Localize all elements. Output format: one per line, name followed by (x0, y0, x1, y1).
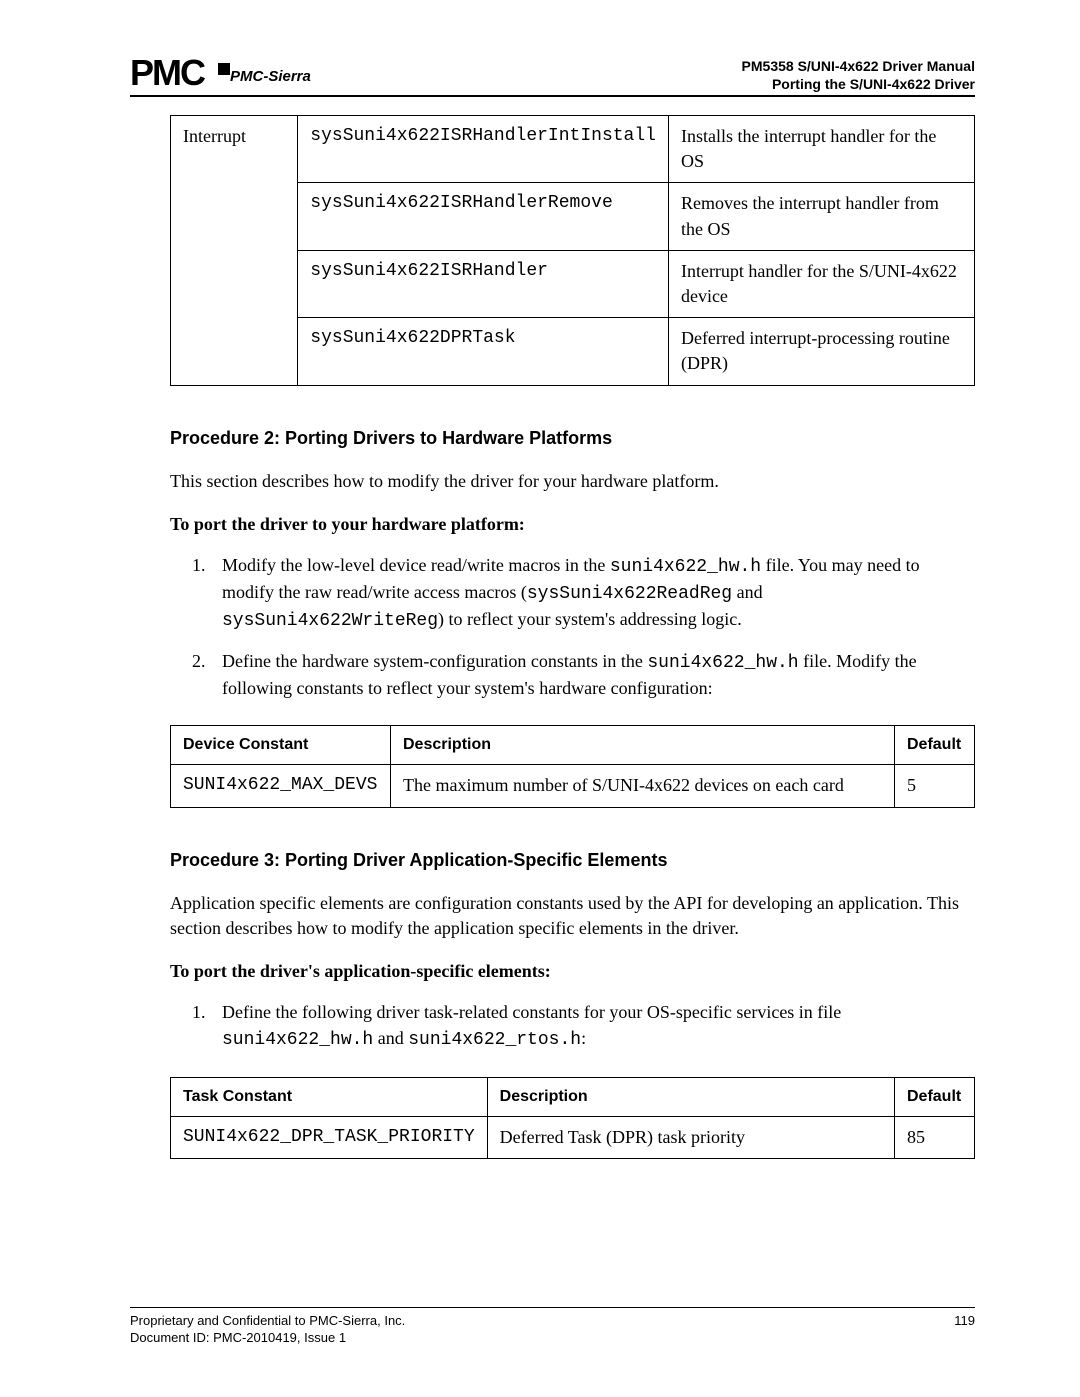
task-constants-table: Task Constant Description Default SUNI4x… (170, 1077, 975, 1160)
fn-name: sysSuni4x622ISRHandlerIntInstall (298, 116, 669, 183)
proprietary-text: Proprietary and Confidential to PMC-Sier… (130, 1312, 405, 1330)
pmc-logo-icon: PMC (130, 55, 230, 93)
header-right: PM5358 S/UNI-4x622 Driver Manual Porting… (742, 57, 975, 93)
procedure-3-heading: Procedure 3: Porting Driver Application-… (170, 848, 975, 873)
proc3-subheading: To port the driver's application-specifi… (170, 959, 975, 984)
th-task-constant: Task Constant (171, 1077, 488, 1116)
fn-name: sysSuni4x622ISRHandler (298, 250, 669, 317)
footer-left: Proprietary and Confidential to PMC-Sier… (130, 1312, 405, 1347)
const-default: 5 (895, 765, 975, 807)
header-left: PMC PMC-Sierra (130, 55, 311, 93)
proc3-intro: Application specific elements are config… (170, 891, 975, 941)
page-header: PMC PMC-Sierra PM5358 S/UNI-4x622 Driver… (130, 55, 975, 97)
company-name: PMC-Sierra (230, 66, 311, 87)
fn-name: sysSuni4x622DPRTask (298, 318, 669, 385)
const-name: SUNI4x622_MAX_DEVS (171, 765, 391, 807)
const-desc: The maximum number of S/UNI-4x622 device… (391, 765, 895, 807)
proc3-step1: Define the following driver task-related… (210, 1000, 975, 1052)
section-title: Porting the S/UNI-4x622 Driver (742, 75, 975, 93)
fn-desc: Deferred interrupt-processing routine (D… (668, 318, 974, 385)
category-cell: Interrupt (171, 116, 298, 386)
th-description: Description (391, 726, 895, 765)
const-desc: Deferred Task (DPR) task priority (487, 1117, 894, 1159)
proc2-step1: Modify the low-level device read/write m… (210, 553, 975, 635)
pmc-logo: PMC (130, 55, 230, 93)
fn-desc: Interrupt handler for the S/UNI-4x622 de… (668, 250, 974, 317)
const-default: 85 (895, 1117, 975, 1159)
proc2-subheading: To port the driver to your hardware plat… (170, 512, 975, 537)
proc3-steps: Define the following driver task-related… (170, 1000, 975, 1052)
th-default: Default (895, 1077, 975, 1116)
proc2-intro: This section describes how to modify the… (170, 469, 975, 494)
manual-title: PM5358 S/UNI-4x622 Driver Manual (742, 57, 975, 75)
fn-desc: Installs the interrupt handler for the O… (668, 116, 974, 183)
fn-desc: Removes the interrupt handler from the O… (668, 183, 974, 250)
device-constants-table: Device Constant Description Default SUNI… (170, 725, 975, 808)
page-content: Interrupt sysSuni4x622ISRHandlerIntInsta… (170, 115, 975, 1159)
document-id: Document ID: PMC-2010419, Issue 1 (130, 1329, 405, 1347)
procedure-2-heading: Procedure 2: Porting Drivers to Hardware… (170, 426, 975, 451)
page-number: 119 (954, 1312, 975, 1347)
th-device-constant: Device Constant (171, 726, 391, 765)
proc2-steps: Modify the low-level device read/write m… (170, 553, 975, 701)
fn-name: sysSuni4x622ISRHandlerRemove (298, 183, 669, 250)
svg-text:PMC: PMC (130, 55, 206, 93)
const-name: SUNI4x622_DPR_TASK_PRIORITY (171, 1117, 488, 1159)
interrupt-functions-table: Interrupt sysSuni4x622ISRHandlerIntInsta… (170, 115, 975, 386)
page-footer: Proprietary and Confidential to PMC-Sier… (130, 1307, 975, 1347)
proc2-step2: Define the hardware system-configuration… (210, 649, 975, 701)
th-description: Description (487, 1077, 894, 1116)
th-default: Default (895, 726, 975, 765)
